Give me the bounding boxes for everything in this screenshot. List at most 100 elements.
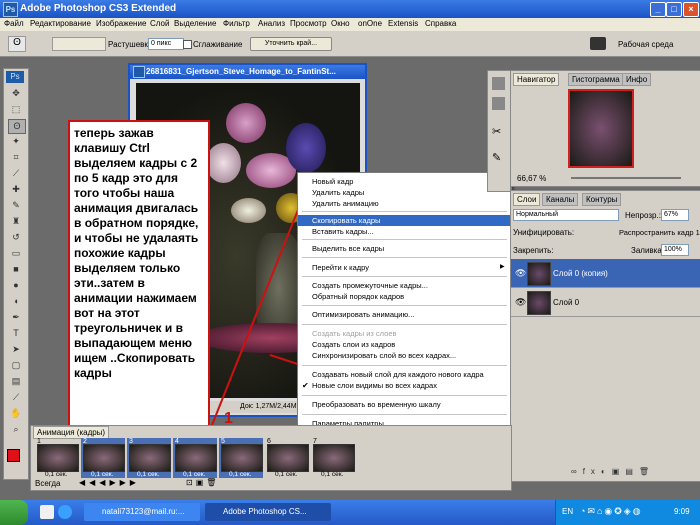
menu-select[interactable]: Выделение xyxy=(174,19,216,28)
tab-paths[interactable]: Контуры xyxy=(582,193,622,206)
language-indicator[interactable]: EN xyxy=(562,507,573,516)
tray-icons[interactable]: ◔✉⌂◉✪◈◍ xyxy=(580,506,668,518)
tab-channels[interactable]: Каналы xyxy=(542,193,579,206)
menu-item-match-layer[interactable]: Синхронизировать слой во всех кадрах... xyxy=(298,350,511,361)
menu-item-optimize[interactable]: Оптимизировать анимацию... xyxy=(298,309,511,320)
foreground-color-swatch[interactable] xyxy=(7,449,20,462)
brush-tool-icon[interactable]: ✎ xyxy=(8,199,24,212)
gradient-tool-icon[interactable]: ■ xyxy=(8,263,24,276)
animation-frame[interactable]: 5 0,1 сек. xyxy=(219,438,263,480)
menu-edit[interactable]: Редактирование xyxy=(30,19,91,28)
zoom-tool-icon[interactable]: ⌕ xyxy=(8,423,24,436)
close-button[interactable]: × xyxy=(683,2,699,17)
navigator-zoom[interactable]: 66,67 % xyxy=(517,174,546,183)
animation-frame[interactable]: 6 0,1 сек. xyxy=(265,438,309,480)
navigator-thumbnail[interactable] xyxy=(568,89,634,168)
notes-tool-icon[interactable]: ▤ xyxy=(8,375,24,388)
feather-input[interactable]: 0 пикс xyxy=(148,38,184,50)
dock-icon[interactable] xyxy=(492,97,505,110)
workspace-label[interactable]: Рабочая среда xyxy=(618,40,673,49)
task-photoshop[interactable]: Adobe Photoshop CS... xyxy=(205,503,331,521)
menu-item-delete-animation[interactable]: Удалить анимацию xyxy=(298,198,511,209)
healing-brush-icon[interactable]: ✚ xyxy=(8,183,24,196)
eraser-icon[interactable]: ▭ xyxy=(8,247,24,260)
menu-item-tween[interactable]: Создать промежуточные кадры... xyxy=(298,280,511,291)
task-mail[interactable]: natali73123@mail.ru:... xyxy=(84,503,200,521)
frame-buttons[interactable]: ⊡▣🗑 xyxy=(186,478,219,487)
frame-delay[interactable]: 0,1 сек. xyxy=(183,471,205,478)
magic-wand-icon[interactable]: ✦ xyxy=(8,135,24,148)
lasso-tool-icon[interactable]: ʘ xyxy=(8,119,26,134)
crop-tool-icon[interactable]: ⌗ xyxy=(8,151,24,164)
playback-buttons[interactable]: ◀◀◀▶▶▶ xyxy=(79,478,140,487)
lasso-tool-preset-icon[interactable]: ʘ xyxy=(8,36,26,52)
fill-input[interactable]: 100% xyxy=(661,244,689,256)
menu-item-create-new-layer[interactable]: Создавать новый слой для каждого нового … xyxy=(298,369,511,380)
menu-layer[interactable]: Слой xyxy=(150,19,169,28)
clone-stamp-icon[interactable]: ♜ xyxy=(8,215,24,228)
propagate-frame-label[interactable]: Распространить кадр 1 xyxy=(619,228,700,237)
frame-delay[interactable]: 0,1 сек. xyxy=(91,471,113,478)
refine-edge-button[interactable]: Уточнить край... xyxy=(250,37,332,51)
frame-delay[interactable]: 0,1 сек. xyxy=(321,471,343,478)
ie-icon[interactable] xyxy=(58,505,72,519)
workspace-icon[interactable] xyxy=(590,37,606,50)
menu-help[interactable]: Справка xyxy=(425,19,456,28)
pen-tool-icon[interactable]: ✒ xyxy=(8,311,24,324)
frame-delay[interactable]: 0,1 сек. xyxy=(229,471,251,478)
layer-row[interactable]: 👁 Слой 0 (копия) xyxy=(511,259,700,288)
tab-info[interactable]: Инфо xyxy=(622,73,652,86)
menu-item-convert-timeline[interactable]: Преобразовать во временную шкалу xyxy=(298,399,511,410)
dodge-tool-icon[interactable]: ◖ xyxy=(8,295,24,308)
animation-frame[interactable]: 7 0,1 сек. xyxy=(311,438,355,480)
animation-frame[interactable]: 2 0,1 сек. xyxy=(81,438,125,480)
layer-buttons[interactable]: ∞fx◐▣▤🗑 xyxy=(571,467,691,477)
blend-mode-select[interactable]: Нормальный xyxy=(513,209,619,221)
menu-item-go-to-frame[interactable]: Перейти к кадру xyxy=(298,262,511,273)
frame-delay[interactable]: 0,1 сек. xyxy=(45,471,67,478)
frame-delay[interactable]: 0,1 сек. xyxy=(275,471,297,478)
menu-image[interactable]: Изображение xyxy=(96,19,146,28)
start-button[interactable] xyxy=(0,500,28,525)
zoom-slider[interactable] xyxy=(571,177,681,179)
shape-tool-icon[interactable]: ▢ xyxy=(8,359,24,372)
menu-file[interactable]: Файл xyxy=(4,19,24,28)
maximize-button[interactable]: □ xyxy=(666,2,682,17)
dock-icon[interactable] xyxy=(492,77,505,90)
menu-filter[interactable]: Фильтр xyxy=(223,19,250,28)
menu-item-copy-frames[interactable]: Скопировать кадры xyxy=(298,215,511,226)
frame-delay[interactable]: 0,1 сек. xyxy=(137,471,159,478)
marquee-tool-icon[interactable]: ⬚ xyxy=(8,103,24,116)
menu-item-new-frame[interactable]: Новый кадр xyxy=(298,176,511,187)
menu-analysis[interactable]: Анализ xyxy=(258,19,285,28)
blur-tool-icon[interactable]: ● xyxy=(8,279,24,292)
tools-dock-icon[interactable]: ✂ xyxy=(492,125,505,138)
menu-item-reverse-frames[interactable]: Обратный порядок кадров xyxy=(298,291,511,302)
layer-name[interactable]: Слой 0 xyxy=(553,298,579,307)
animation-frame[interactable]: 3 0,1 сек. xyxy=(127,438,171,480)
menu-window[interactable]: Окно xyxy=(331,19,350,28)
hand-tool-icon[interactable]: ✋ xyxy=(8,407,24,420)
eyedropper2-icon[interactable]: ⟋ xyxy=(8,391,24,404)
menu-view[interactable]: Просмотр xyxy=(290,19,327,28)
animation-frame[interactable]: 1 0,1 сек. xyxy=(35,438,79,480)
selection-mode-buttons[interactable] xyxy=(52,37,106,51)
layer-name[interactable]: Слой 0 (копия) xyxy=(553,269,608,278)
history-brush-icon[interactable]: ↺ xyxy=(8,231,24,244)
move-tool-icon[interactable]: ✥ xyxy=(8,87,24,100)
menu-item-new-layers-visible[interactable]: Новые слои видимы во всех кадрах xyxy=(298,380,511,391)
menu-item-select-all-frames[interactable]: Выделить все кадры xyxy=(298,243,511,254)
menu-item-make-frames-from-layers[interactable]: Создать кадры из слоев xyxy=(298,328,511,339)
menu-item-flatten-frames[interactable]: Создать слои из кадров xyxy=(298,339,511,350)
minimize-button[interactable]: _ xyxy=(650,2,666,17)
antialias-checkbox[interactable] xyxy=(183,40,192,49)
menu-onone[interactable]: onOne xyxy=(358,19,382,28)
layer-row[interactable]: 👁 Слой 0 xyxy=(511,288,700,317)
menu-item-delete-frames[interactable]: Удалить кадры xyxy=(298,187,511,198)
animation-frame[interactable]: 4 0,1 сек. xyxy=(173,438,217,480)
visibility-eye-icon[interactable]: 👁 xyxy=(515,268,526,279)
type-tool-icon[interactable]: T xyxy=(8,327,24,340)
quicklaunch-icon[interactable] xyxy=(40,505,54,519)
tab-layers[interactable]: Слои xyxy=(513,193,541,206)
eyedropper-icon[interactable]: ⟋ xyxy=(8,167,24,180)
